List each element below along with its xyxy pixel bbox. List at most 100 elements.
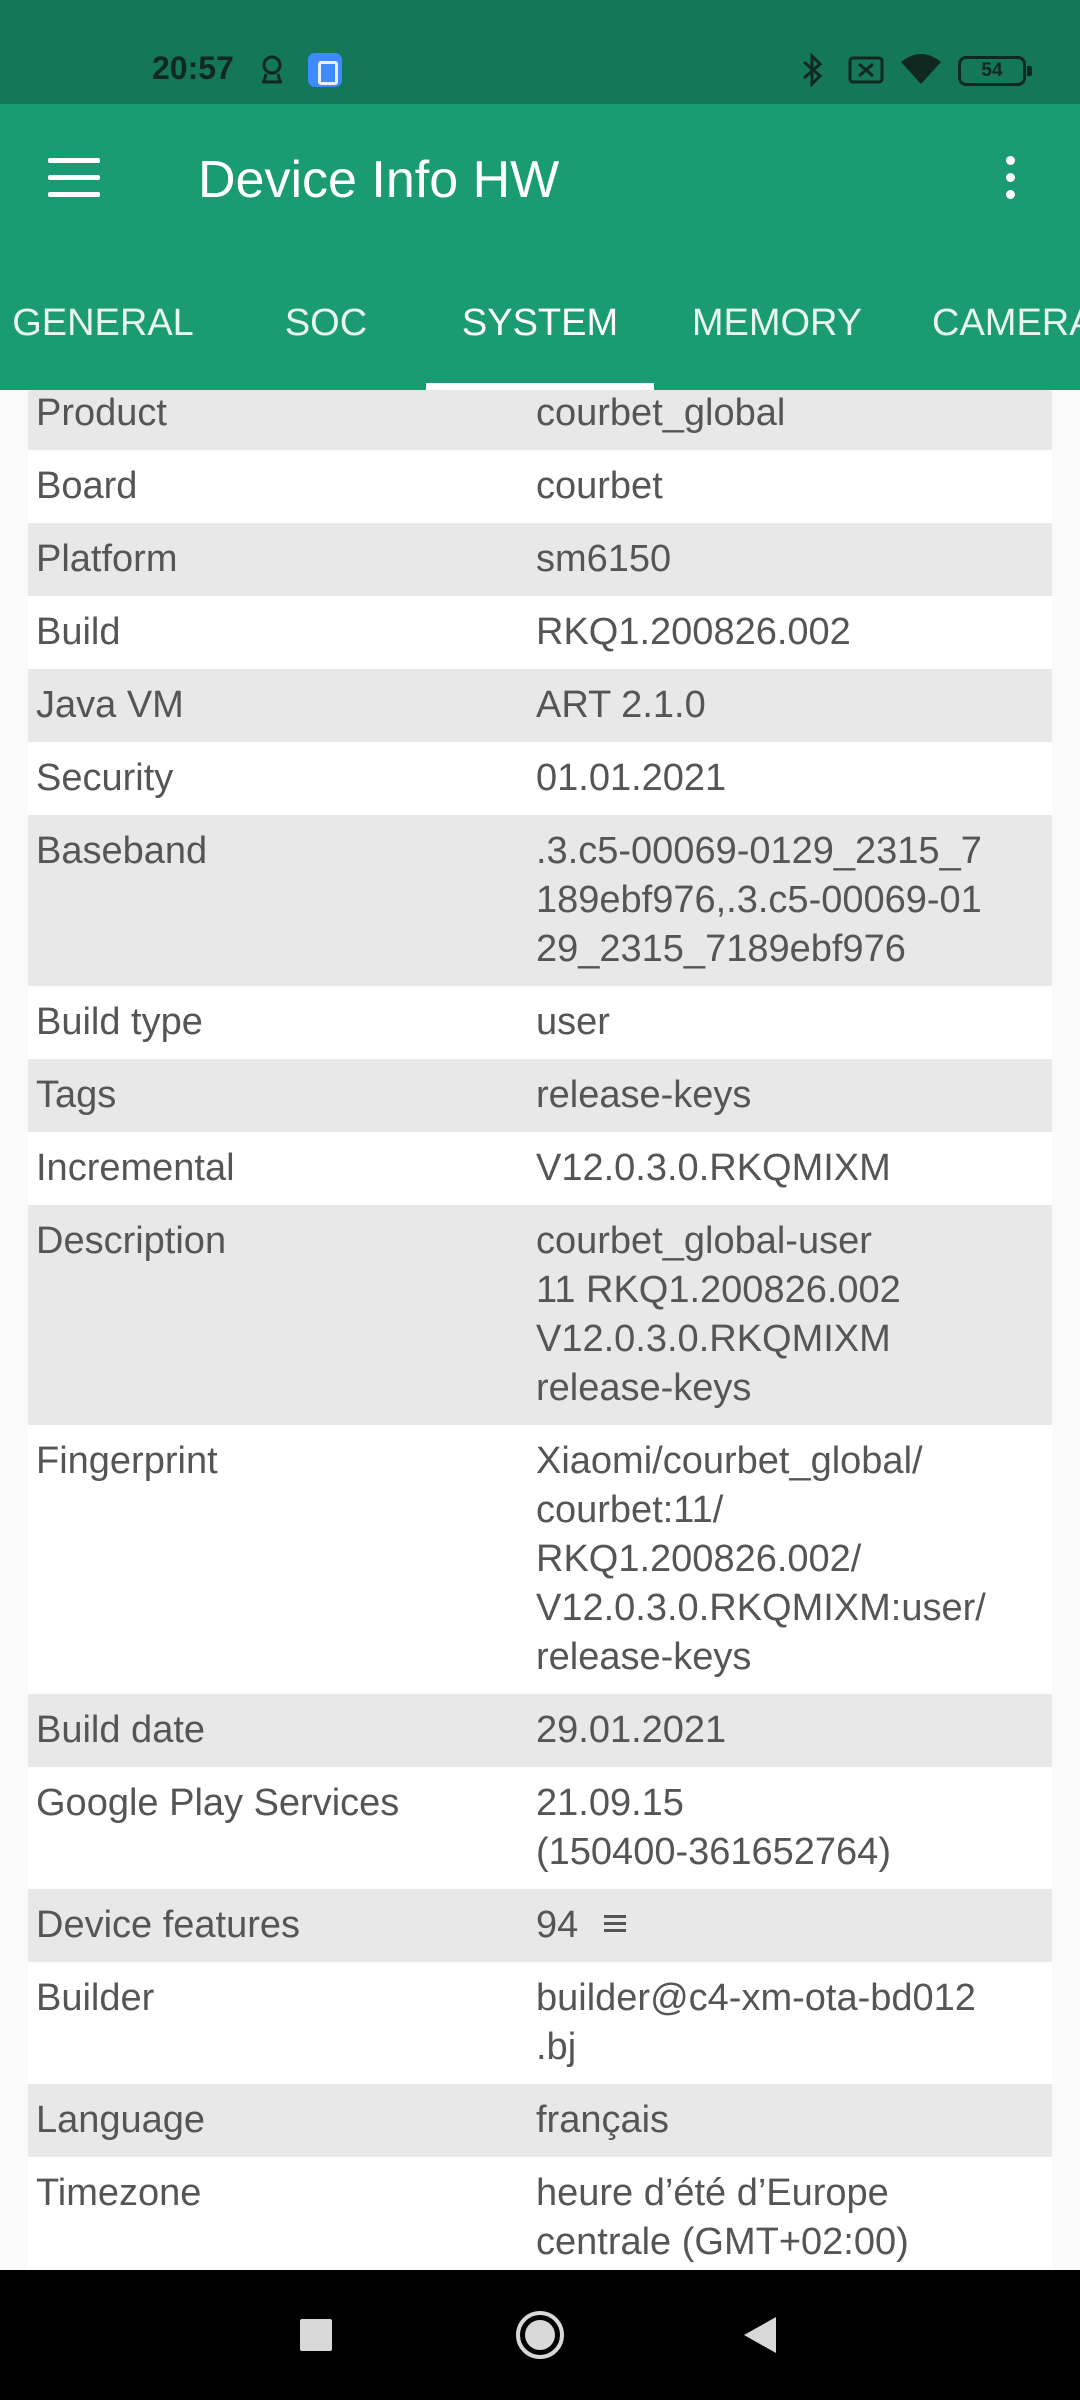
tab-bar: GENERAL SOC SYSTEM MEMORY CAMERA: [0, 256, 1080, 390]
row-value-line: V12.0.3.0.RKQMIXM: [536, 1318, 891, 1360]
row-label: Description: [36, 1220, 227, 1262]
app-notification-icon: [308, 53, 342, 87]
table-row[interactable]: Description courbet_global-user 11 RKQ1.20…: [28, 1205, 1052, 1425]
table-row[interactable]: Board courbet: [28, 450, 1052, 523]
row-label: Baseband: [36, 830, 208, 872]
row-value-wrap: 94: [536, 1901, 1046, 1950]
row-value-line: 29_2315_7189ebf976: [536, 928, 906, 970]
tab-memory[interactable]: MEMORY: [670, 256, 884, 390]
row-value: release-keys: [536, 1071, 1052, 1120]
table-row[interactable]: Incremental V12.0.3.0.RKQMIXM: [28, 1132, 1052, 1205]
app-title: Device Info HW: [198, 151, 560, 209]
row-value-line: (150400-361652764): [536, 1831, 891, 1873]
table-row[interactable]: Builder builder@c4-xm-ota-bd012 .bj: [28, 1962, 1052, 2084]
row-value: sm6150: [536, 535, 1052, 584]
table-row[interactable]: Device features 94: [28, 1889, 1052, 1962]
app-bar: Device Info HW: [0, 104, 1080, 256]
row-value-line: 11 RKQ1.200826.002: [536, 1269, 901, 1311]
row-value: builder@c4-xm-ota-bd012 .bj: [536, 1974, 1052, 2072]
row-value-line: .bj: [536, 2026, 577, 2068]
active-tab-indicator: [426, 383, 654, 390]
row-value-line: courbet_global: [536, 392, 786, 434]
row-label: Incremental: [36, 1147, 235, 1189]
table-row[interactable]: Build RKQ1.200826.002: [28, 596, 1052, 669]
row-value-line: V12.0.3.0.RKQMIXM: [536, 1147, 891, 1189]
row-value-line: 21.09.15: [536, 1782, 684, 1824]
row-value-line: courbet: [536, 465, 663, 507]
table-row[interactable]: Java VM ART 2.1.0: [28, 669, 1052, 742]
row-value-line: 01.01.2021: [536, 757, 727, 799]
row-value-line: 189ebf976,.3.c5-00069-01: [536, 879, 982, 921]
row-value: Xiaomi/courbet_global/courbet:11/RKQ1.20…: [536, 1437, 1052, 1682]
row-label: Timezone: [36, 2172, 202, 2214]
row-value: user: [536, 998, 1052, 1047]
table-row[interactable]: Build type user: [28, 986, 1052, 1059]
row-label: Java VM: [36, 684, 184, 726]
battery-level: 54: [981, 60, 1003, 81]
battery-icon: 54: [958, 56, 1032, 86]
recents-square-icon[interactable]: [256, 2270, 376, 2400]
system-info-list[interactable]: Product courbet_global Board courbet Platfor…: [0, 390, 1080, 2270]
row-value-line: ART 2.1.0: [536, 684, 706, 726]
status-bar: 20:57 54: [0, 0, 1080, 104]
row-value-line: 29.01.2021: [536, 1709, 727, 1751]
status-time: 20:57: [152, 50, 234, 86]
more-vert-icon[interactable]: [1004, 156, 1016, 200]
lock-icon: [262, 55, 282, 84]
row-label: Build: [36, 611, 121, 653]
row-label: Fingerprint: [36, 1440, 218, 1482]
row-value: courbet: [536, 462, 1052, 511]
row-value-line: Xiaomi/courbet_global/: [536, 1440, 923, 1482]
row-value: V12.0.3.0.RKQMIXM: [536, 1144, 1052, 1193]
row-value-line: français: [536, 2099, 670, 2141]
row-value-line: courbet_global-user: [536, 1220, 872, 1262]
table-row[interactable]: Platform sm6150: [28, 523, 1052, 596]
hamburger-menu-icon[interactable]: [48, 158, 100, 198]
table-row[interactable]: Security 01.01.2021: [28, 742, 1052, 815]
row-value-line: user: [536, 1001, 610, 1043]
list-icon[interactable]: [604, 1911, 627, 1937]
row-label: Security: [36, 757, 174, 799]
bluetooth-icon: [803, 52, 823, 88]
row-label: Google Play Services: [36, 1782, 400, 1824]
table-row[interactable]: Timezone heure d’été d’Europe centrale (GM…: [28, 2157, 1052, 2270]
row-value-line: V12.0.3.0.RKQMIXM:user/: [536, 1587, 986, 1629]
tab-general[interactable]: GENERAL: [0, 256, 206, 390]
row-label: Device features: [36, 1904, 301, 1946]
table-row[interactable]: Google Play Services 21.09.15 (150400-3616…: [28, 1767, 1052, 1889]
row-value: courbet_global: [536, 390, 1052, 438]
row-value-line: release-keys: [536, 1367, 752, 1409]
row-label: Build type: [36, 1001, 203, 1043]
row-value-line: release-keys: [536, 1636, 752, 1678]
tab-system[interactable]: SYSTEM: [426, 256, 654, 390]
row-value: heure d’été d’Europe centrale (GMT+02:00): [536, 2169, 1052, 2267]
row-value: 29.01.2021: [536, 1706, 1052, 1755]
row-value-line: sm6150: [536, 538, 672, 580]
row-value-line: release-keys: [536, 1074, 752, 1116]
row-value: français: [536, 2096, 1052, 2145]
row-value: RKQ1.200826.002: [536, 608, 1052, 657]
tab-soc[interactable]: SOC: [236, 256, 416, 390]
row-value-line: centrale (GMT+02:00): [536, 2221, 909, 2263]
row-value: 94: [536, 1901, 1052, 1950]
row-label: Board: [36, 465, 138, 507]
table-row[interactable]: Build date 29.01.2021: [28, 1694, 1052, 1767]
table-row[interactable]: Baseband .3.c5-00069-0129_2315_7 189ebf976…: [28, 815, 1052, 986]
row-label: Builder: [36, 1977, 155, 2019]
row-value-line: RKQ1.200826.002: [536, 611, 851, 653]
table-row[interactable]: Product courbet_global: [28, 390, 1052, 450]
row-value-line: heure d’été d’Europe: [536, 2172, 889, 2214]
row-value: courbet_global-user 11 RKQ1.200826.002 V12…: [536, 1217, 1052, 1413]
row-value: .3.c5-00069-0129_2315_7 189ebf976,.3.c5-0…: [536, 827, 1052, 974]
table-row[interactable]: Tags release-keys: [28, 1059, 1052, 1132]
tab-camera[interactable]: CAMERA: [932, 256, 1080, 390]
row-value-line: 94: [536, 1904, 579, 1946]
home-circle-icon[interactable]: [480, 2270, 600, 2400]
row-label: Tags: [36, 1074, 117, 1116]
table-row[interactable]: Language français: [28, 2084, 1052, 2157]
row-value: ART 2.1.0: [536, 681, 1052, 730]
row-label: Language: [36, 2099, 206, 2141]
row-value-line: courbet:11/: [536, 1489, 724, 1531]
table-row[interactable]: Fingerprint Xiaomi/courbet_global/courbet…: [28, 1425, 1052, 1694]
back-triangle-icon[interactable]: [700, 2270, 820, 2400]
